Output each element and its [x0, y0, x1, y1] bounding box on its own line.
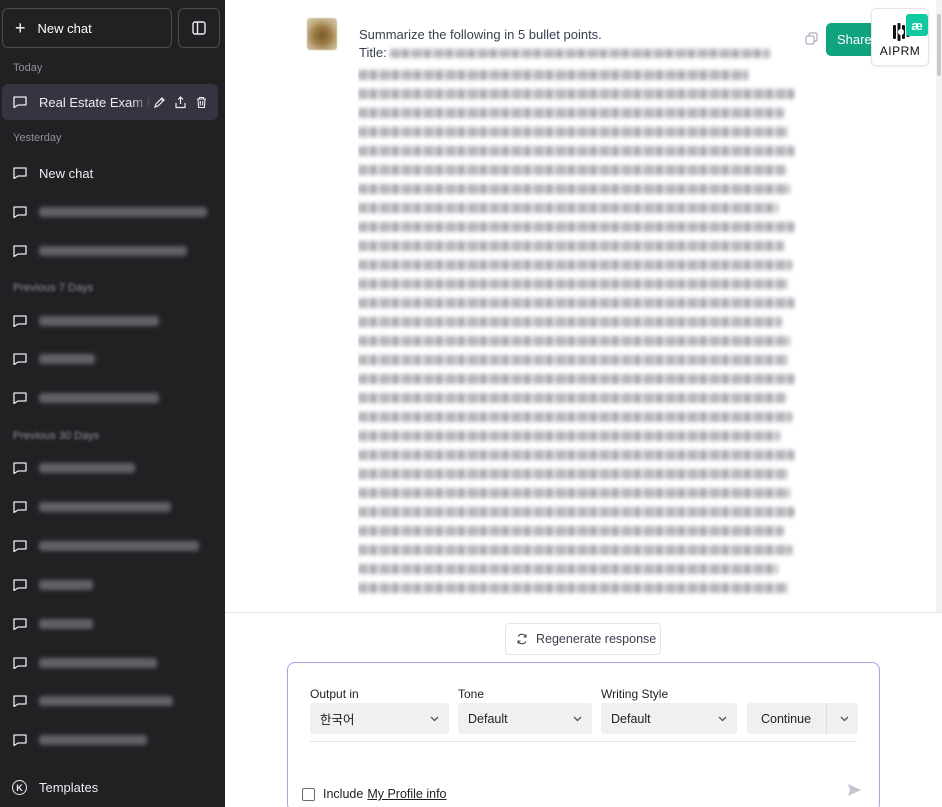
templates-label: Templates [39, 780, 99, 795]
chevron-down-icon [430, 716, 439, 722]
sidebar-item-label: New chat [39, 165, 94, 181]
include-profile-option[interactable]: Include My Profile info [302, 787, 447, 801]
sidebar-item-blurred[interactable] [2, 528, 218, 564]
section-label-yesterday: Yesterday [13, 132, 62, 144]
scrollbar[interactable] [936, 0, 942, 612]
message-icon [13, 462, 27, 474]
blurred-title [39, 658, 157, 668]
sidebar-item-blurred[interactable] [2, 341, 218, 377]
message-icon [13, 353, 27, 365]
blurred-title [39, 393, 159, 403]
message-icon [13, 579, 27, 591]
writing-style-select[interactable]: Default [601, 703, 737, 734]
blurred-title [39, 502, 171, 512]
chevron-down-icon [573, 716, 582, 722]
message-icon [13, 540, 27, 552]
section-label-previous-30: Previous 30 Days [13, 430, 100, 442]
templates-button[interactable]: K Templates [12, 780, 98, 795]
message-icon [13, 657, 27, 669]
k-circle-icon: K [12, 780, 27, 795]
message-icon [13, 206, 27, 218]
prompt-panel: Output in 한국어 Tone Default Writing Style… [287, 662, 880, 807]
include-profile-checkbox[interactable] [302, 787, 315, 801]
blurred-title [39, 580, 93, 590]
item-actions [153, 95, 208, 109]
share-label: Share [837, 32, 872, 47]
chevron-down-icon [718, 716, 727, 722]
include-label: Include [323, 787, 364, 801]
sidebar-item-blurred[interactable] [2, 722, 218, 758]
scrollbar-thumb[interactable] [937, 14, 941, 76]
continue-separator [826, 703, 827, 734]
section-label-today: Today [13, 62, 43, 74]
send-icon[interactable] [847, 783, 862, 797]
pencil-icon[interactable] [153, 96, 166, 109]
blurred-title [39, 619, 93, 629]
new-chat-label: New chat [37, 20, 92, 36]
writing-style-value: Default [611, 711, 651, 726]
sidebar-toggle-icon [192, 21, 206, 35]
user-avatar [307, 18, 337, 50]
message-icon [13, 695, 27, 707]
writing-style-label: Writing Style [601, 687, 669, 701]
message-icon [13, 245, 27, 257]
sidebar-item-blurred[interactable] [2, 683, 218, 719]
aiprm-label: AIPRM [879, 44, 921, 58]
message-icon [13, 315, 27, 327]
main-content: Summarize the following in 5 bullet poin… [225, 0, 942, 807]
sidebar-item-blurred[interactable] [2, 233, 218, 269]
ae-extension-badge[interactable]: æ [906, 14, 928, 36]
sidebar-item-blurred[interactable] [2, 489, 218, 525]
sidebar-item-blurred[interactable] [2, 380, 218, 416]
share-icon[interactable] [174, 95, 187, 109]
regenerate-response-button[interactable]: Regenerate response [505, 623, 661, 655]
tone-label: Tone [458, 687, 485, 701]
sidebar-item-blurred[interactable] [2, 303, 218, 339]
sidebar-top-row: + New chat [2, 8, 220, 48]
sidebar-item-label: Real Estate Exam Pre [39, 94, 151, 110]
sidebar-toggle-button[interactable] [178, 8, 220, 48]
message-icon [13, 618, 27, 630]
my-profile-info-link[interactable]: My Profile info [367, 787, 446, 801]
panel-divider [310, 741, 857, 742]
continue-label: Continue [761, 712, 812, 726]
new-chat-button[interactable]: + New chat [2, 8, 172, 48]
message-icon [13, 392, 27, 404]
message-icon [13, 501, 27, 513]
sidebar-item-blurred[interactable] [2, 645, 218, 681]
chevron-down-icon[interactable] [839, 713, 850, 724]
sidebar-item-real-estate[interactable]: Real Estate Exam Pre [2, 84, 218, 120]
blurred-title [39, 463, 135, 473]
blurred-title [39, 246, 187, 256]
blurred-title [39, 316, 159, 326]
section-label-previous-7: Previous 7 Days [13, 282, 94, 294]
regenerate-label: Regenerate response [536, 632, 657, 646]
blurred-message-body [358, 42, 798, 614]
tone-select[interactable]: Default [458, 703, 592, 734]
blurred-title [39, 541, 199, 551]
output-language-value: 한국어 [320, 713, 355, 727]
message-icon [13, 167, 27, 179]
message-icon [13, 734, 27, 746]
sidebar-item-new-chat[interactable]: New chat [2, 155, 218, 191]
blurred-title [39, 207, 207, 217]
content-divider [225, 612, 942, 613]
plus-icon: + [15, 18, 26, 38]
message-icon [13, 96, 27, 108]
output-language-select[interactable]: 한국어 [310, 703, 449, 734]
output-in-label: Output in [310, 687, 359, 701]
sidebar: + New chat Today Real Estate Exam Pre Ye… [0, 0, 225, 807]
blurred-title [39, 735, 147, 745]
blurred-title [39, 354, 95, 364]
refresh-icon [517, 633, 527, 645]
sidebar-item-blurred[interactable] [2, 606, 218, 642]
sidebar-item-blurred[interactable] [2, 450, 218, 486]
blurred-title [39, 696, 173, 706]
sidebar-item-blurred[interactable] [2, 194, 218, 230]
tone-value: Default [468, 711, 508, 726]
sidebar-item-blurred[interactable] [2, 567, 218, 603]
trash-icon[interactable] [195, 96, 208, 109]
continue-button[interactable]: Continue [747, 703, 858, 734]
copy-icon[interactable] [805, 32, 818, 45]
